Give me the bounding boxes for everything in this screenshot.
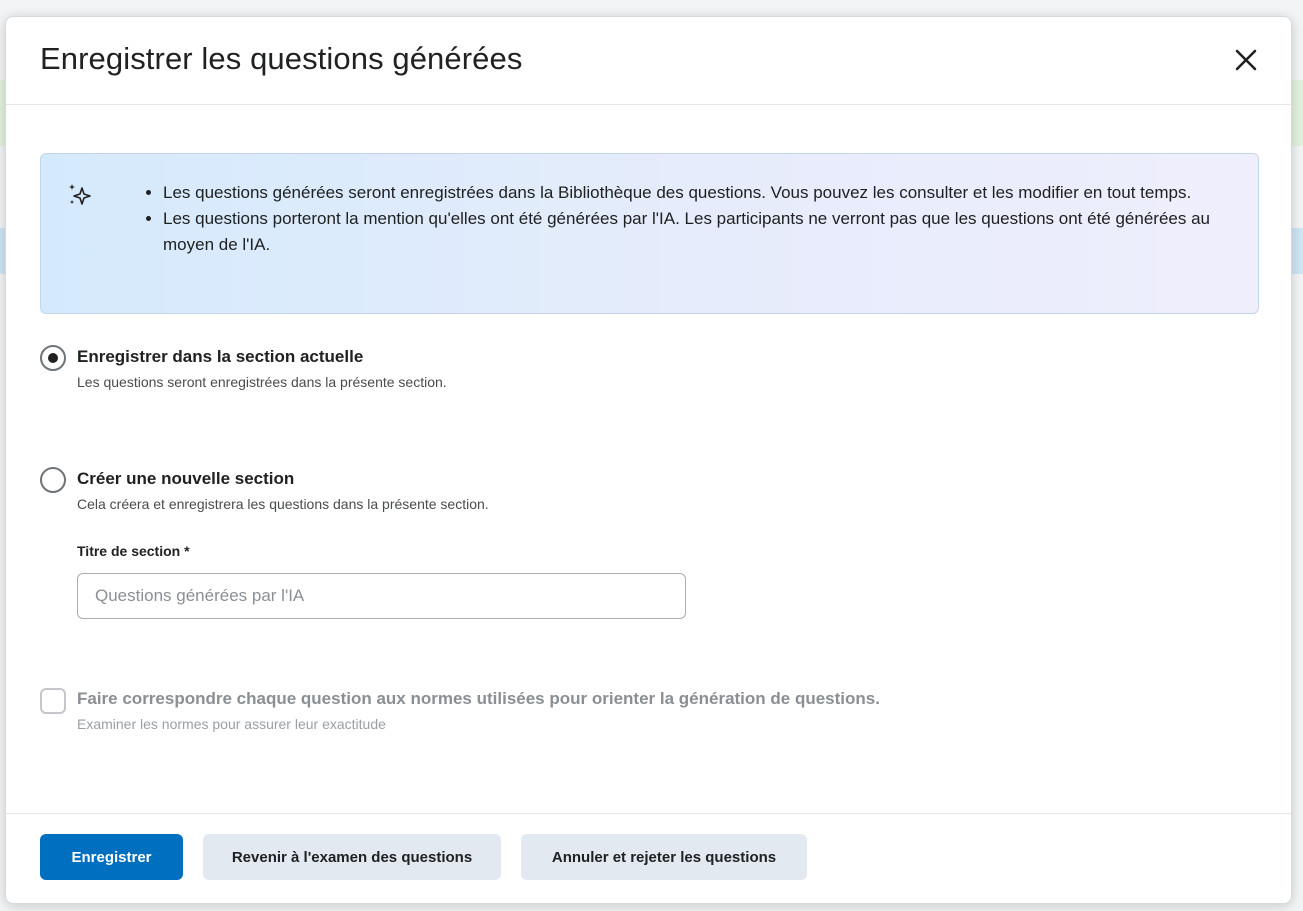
dialog-footer: Enregistrer Revenir à l'examen des quest… (6, 813, 1291, 903)
radio-current-section[interactable] (40, 345, 66, 371)
info-list: Les questions générées seront enregistré… (163, 180, 1223, 258)
option-current-section-description: Les questions seront enregistrées dans l… (77, 374, 447, 390)
option-new-section-description: Cela créera et enregistrera les question… (77, 496, 489, 512)
standards-label: Faire correspondre chaque question aux n… (77, 689, 880, 708)
info-bullet: Les questions générées seront enregistré… (163, 180, 1223, 206)
close-button[interactable] (1231, 45, 1261, 75)
option-current-section-label: Enregistrer dans la section actuelle (77, 347, 364, 366)
sparkle-icon (69, 184, 91, 205)
radio-new-section[interactable] (40, 467, 66, 493)
close-icon (1235, 49, 1257, 71)
return-to-review-button[interactable]: Revenir à l'examen des questions (203, 834, 501, 880)
standards-description: Examiner les normes pour assurer leur ex… (77, 716, 386, 732)
dialog-title: Enregistrer les questions générées (40, 41, 523, 76)
option-new-section-label: Créer une nouvelle section (77, 469, 295, 488)
save-button[interactable]: Enregistrer (40, 834, 183, 880)
option-current-section[interactable]: Enregistrer dans la section actuelle Les… (40, 345, 447, 390)
dialog-header: Enregistrer les questions générées (6, 17, 1291, 105)
standards-checkbox[interactable] (40, 688, 66, 714)
cancel-reject-button[interactable]: Annuler et rejeter les questions (521, 834, 807, 880)
info-bullet: Les questions porteront la mention qu'el… (163, 206, 1223, 258)
section-title-label: Titre de section * (77, 543, 190, 559)
section-title-input[interactable] (77, 573, 686, 619)
ai-info-box: Les questions générées seront enregistré… (40, 153, 1259, 314)
option-new-section[interactable]: Créer une nouvelle section Cela créera e… (40, 467, 489, 512)
standards-option[interactable]: Faire correspondre chaque question aux n… (40, 688, 880, 732)
save-questions-dialog: Enregistrer les questions générées Les q… (5, 16, 1292, 904)
